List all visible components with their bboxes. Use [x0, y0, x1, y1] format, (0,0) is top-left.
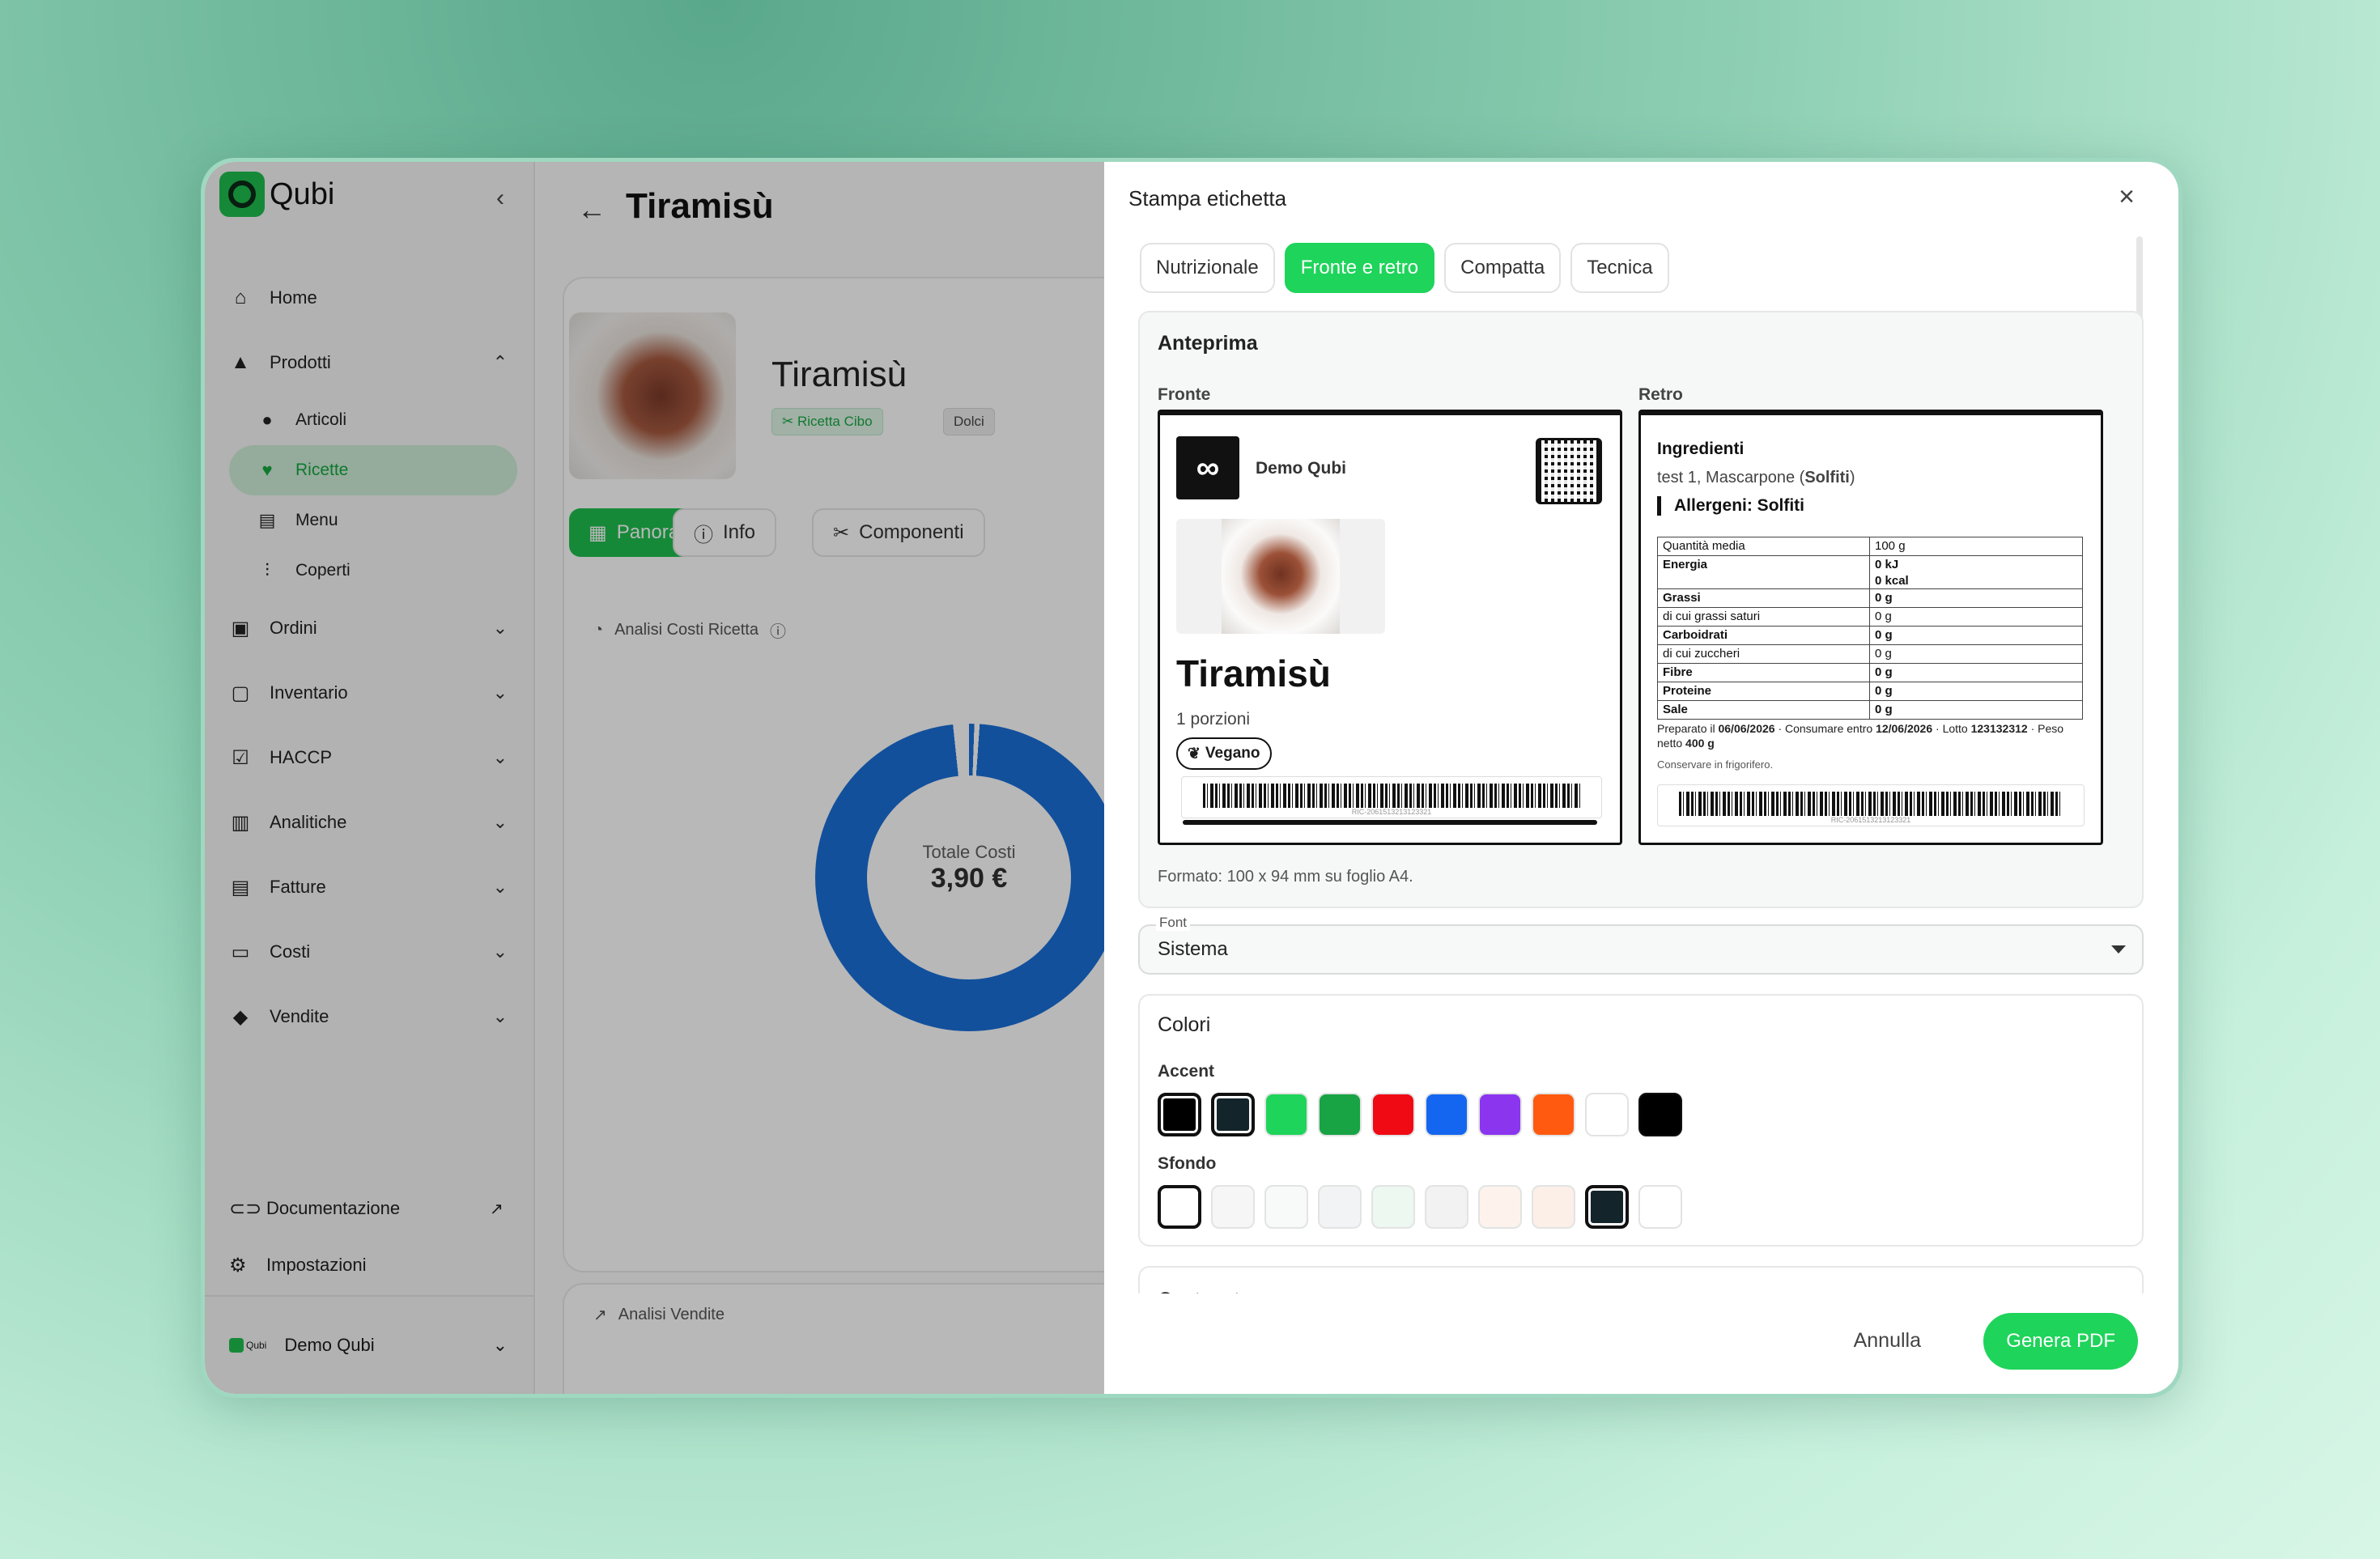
color-swatch[interactable]	[1264, 1093, 1308, 1136]
accent-swatches	[1158, 1093, 1682, 1136]
label-product-name: Tiramisù	[1176, 652, 1331, 695]
table-row: Grassi 0 g	[1657, 588, 2083, 608]
brand-logo-icon: ∞	[1176, 436, 1239, 499]
table-row: Quantità media 100 g	[1657, 537, 2083, 556]
table-row: Carboidrati 0 g	[1657, 626, 2083, 645]
tab-fronte-e-retro[interactable]: Fronte e retro	[1284, 243, 1435, 293]
dropdown-arrow-icon	[2111, 945, 2126, 954]
table-row: Fibre 0 g	[1657, 663, 2083, 682]
color-swatch[interactable]	[1638, 1185, 1682, 1229]
font-select[interactable]: Sistema	[1138, 924, 2144, 975]
front-label-preview: ∞ Demo Qubi Tiramisù 1 porzioni ❦ Vegano …	[1158, 410, 1622, 845]
donut-center: Totale Costi 3,90 €	[815, 842, 1123, 894]
color-swatch[interactable]	[1425, 1093, 1468, 1136]
color-swatch[interactable]	[1638, 1093, 1682, 1136]
front-barcode: RIC-2061513213123321	[1181, 776, 1602, 818]
label-bottom-bar	[1183, 820, 1597, 825]
front-label: Fronte	[1158, 385, 1211, 404]
nutrition-table: Quantità media 100 g Energia 0 kJ 0 kcal G…	[1657, 537, 2083, 720]
accent-label: Accent	[1158, 1062, 1215, 1081]
table-row: 0 kcal	[1657, 574, 2083, 589]
color-swatch[interactable]	[1211, 1093, 1255, 1136]
color-swatch[interactable]	[1371, 1093, 1415, 1136]
preview-panel: Anteprima Fronte Retro ∞ Demo Qubi Tiram…	[1138, 311, 2144, 908]
table-row: Energia 0 kJ	[1657, 555, 2083, 574]
donut-label: Totale Costi	[922, 842, 1016, 862]
color-swatch[interactable]	[1211, 1185, 1255, 1229]
cancel-button[interactable]: Annulla	[1854, 1329, 1921, 1353]
ingredients-title: Ingredienti	[1657, 440, 1745, 458]
preparation-info: Preparato il 06/06/2026 · Consumare entr…	[1657, 722, 2064, 750]
allergens-text: Allergeni: Solfiti	[1657, 496, 1804, 516]
brand-name: Demo Qubi	[1256, 459, 1347, 478]
color-swatch[interactable]	[1318, 1185, 1362, 1229]
color-swatch[interactable]	[1532, 1185, 1575, 1229]
table-row: Sale 0 g	[1657, 700, 2083, 720]
format-info: Formato: 100 x 94 mm su foglio A4.	[1158, 868, 1413, 886]
color-swatch[interactable]	[1478, 1185, 1522, 1229]
close-icon[interactable]: ×	[2119, 181, 2135, 213]
vegan-badge: ❦ Vegano	[1176, 737, 1272, 770]
background-label: Sfondo	[1158, 1154, 1217, 1173]
colors-panel: Colori Accent Sfondo	[1138, 994, 2144, 1247]
table-row: Proteine 0 g	[1657, 682, 2083, 701]
leaf-icon: ❦	[1188, 745, 1201, 763]
tab-tecnica[interactable]: Tecnica	[1570, 243, 1669, 293]
label-type-tabs: Nutrizionale Fronte e retro Compatta Tec…	[1140, 243, 1669, 293]
background-swatches	[1158, 1185, 1682, 1229]
font-field-label: Font	[1156, 915, 1191, 931]
storage-info: Conservare in frigorifero.	[1657, 758, 1774, 771]
color-swatch[interactable]	[1585, 1093, 1629, 1136]
color-swatch[interactable]	[1585, 1185, 1629, 1229]
ingredients-text: test 1, Mascarpone (Solfiti)	[1657, 469, 1855, 486]
color-swatch[interactable]	[1318, 1093, 1362, 1136]
label-portions: 1 porzioni	[1176, 710, 1251, 729]
generate-pdf-button[interactable]: Genera PDF	[1983, 1313, 2138, 1370]
back-label-preview: Ingredienti test 1, Mascarpone (Solfiti)…	[1638, 410, 2103, 845]
font-select-value: Sistema	[1158, 938, 1228, 960]
donut-value: 3,90 €	[930, 863, 1008, 894]
qr-code-icon	[1536, 438, 1602, 504]
tab-compatta[interactable]: Compatta	[1444, 243, 1562, 293]
color-swatch[interactable]	[1158, 1185, 1201, 1229]
dialog-title: Stampa etichetta	[1128, 186, 1287, 210]
tab-nutrizionale[interactable]: Nutrizionale	[1140, 243, 1275, 293]
preview-title: Anteprima	[1158, 332, 1258, 355]
colors-title: Colori	[1158, 1013, 1211, 1036]
color-swatch[interactable]	[1532, 1093, 1575, 1136]
back-label: Retro	[1638, 385, 1683, 404]
color-swatch[interactable]	[1425, 1185, 1468, 1229]
color-swatch[interactable]	[1158, 1093, 1201, 1136]
color-swatch[interactable]	[1264, 1185, 1308, 1229]
table-row: di cui grassi saturi 0 g	[1657, 607, 2083, 627]
print-label-dialog: Stampa etichetta × Nutrizionale Fronte e…	[1104, 162, 2178, 1394]
back-barcode: RIC-2061513213123321	[1657, 784, 2085, 826]
color-swatch[interactable]	[1371, 1185, 1415, 1229]
color-swatch[interactable]	[1478, 1093, 1522, 1136]
table-row: di cui zuccheri 0 g	[1657, 644, 2083, 664]
label-photo	[1176, 519, 1385, 634]
